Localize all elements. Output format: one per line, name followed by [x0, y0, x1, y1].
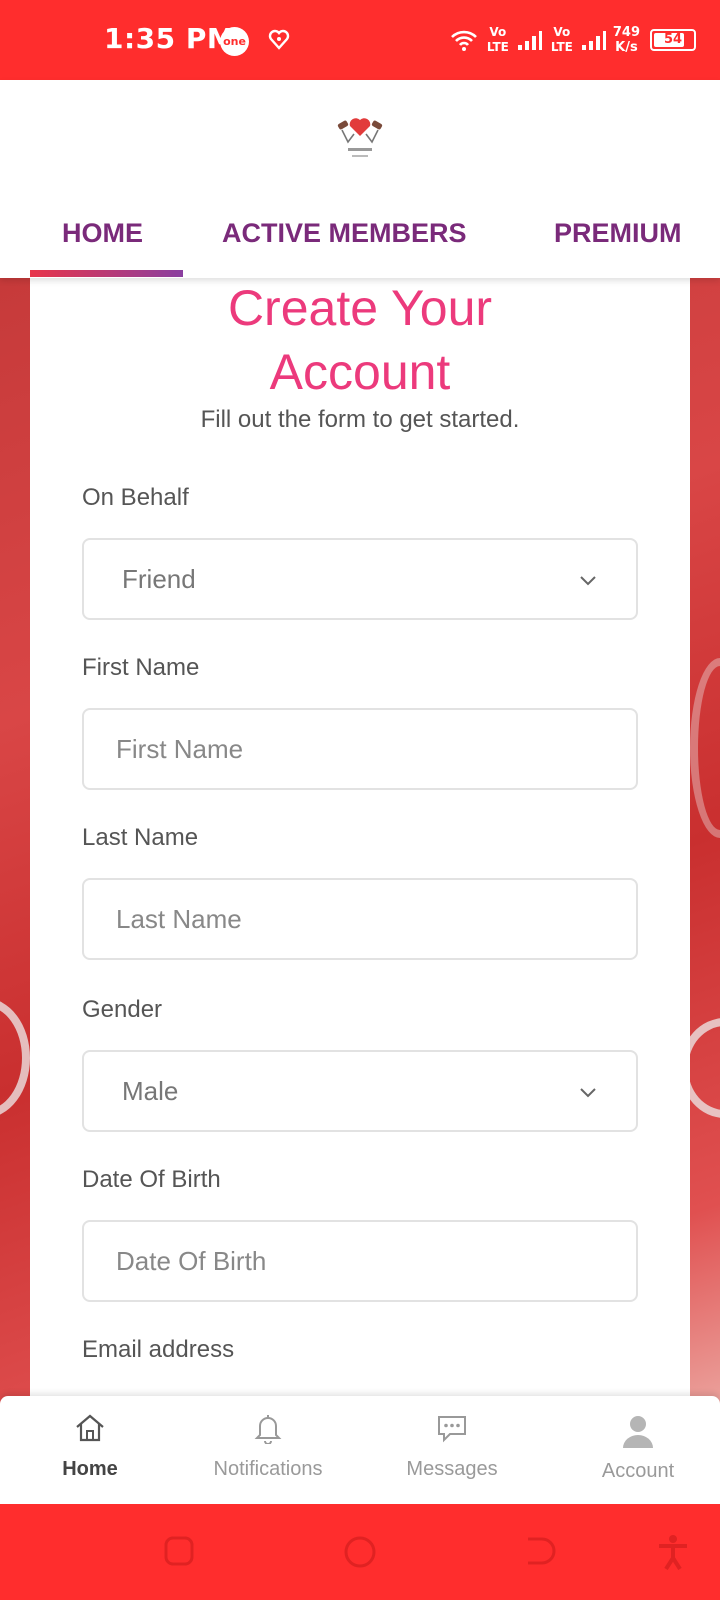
- chevron-down-icon: [580, 576, 596, 586]
- wifi-icon: [450, 30, 477, 51]
- nav-account[interactable]: Account: [548, 1396, 720, 1504]
- last-name-input[interactable]: [84, 880, 636, 958]
- status-right: Vo LTE Vo LTE 749 K/s 54: [449, 18, 696, 62]
- email-label: Email address: [82, 1336, 235, 1363]
- dob-field: [82, 1220, 638, 1302]
- form-title-line2: Account: [269, 344, 451, 400]
- form-subtitle: Fill out the form to get started.: [200, 406, 520, 433]
- system-nav-bar: [0, 1504, 720, 1600]
- bell-icon: [254, 1415, 282, 1444]
- nav-notifications[interactable]: Notifications: [178, 1396, 358, 1504]
- network-label-2: Vo LTE: [550, 25, 573, 54]
- nav-home-label: Home: [62, 1458, 118, 1480]
- battery-level: 54: [663, 32, 683, 47]
- tab-home[interactable]: HOME: [62, 218, 143, 249]
- status-bar: 1:35 PM one Vo LTE Vo LTE 749 K/s 54: [0, 0, 720, 80]
- gender-select[interactable]: Male: [82, 1050, 638, 1132]
- home-icon: [76, 1414, 104, 1442]
- last-name-label: Last Name: [82, 824, 199, 851]
- active-tab-indicator: [30, 270, 183, 277]
- dob-label: Date Of Birth: [82, 1166, 221, 1193]
- screen: 1:35 PM one Vo LTE Vo LTE 749 K/s 54 HOM…: [0, 0, 720, 1600]
- on-behalf-select[interactable]: Friend: [82, 538, 638, 620]
- bottom-nav: Home Notifications Messages Account: [0, 1396, 720, 1504]
- nav-notifications-label: Notifications: [213, 1458, 323, 1480]
- tab-premium[interactable]: PREMIUM: [554, 218, 682, 249]
- net-speed-unit: K/s: [615, 40, 638, 55]
- first-name-label: First Name: [82, 654, 200, 681]
- first-name-field: [82, 708, 638, 790]
- battery-icon: 54: [650, 29, 696, 51]
- first-name-input[interactable]: [84, 710, 636, 788]
- back-icon[interactable]: [522, 1534, 556, 1568]
- recents-icon[interactable]: [162, 1534, 196, 1568]
- signal-icon-2: [581, 31, 606, 50]
- home-button-icon[interactable]: [342, 1534, 378, 1570]
- on-behalf-label: On Behalf: [82, 484, 189, 511]
- dob-input[interactable]: [84, 1222, 636, 1300]
- network-label-1: Vo LTE: [486, 25, 509, 54]
- gender-label: Gender: [82, 996, 163, 1023]
- signal-icon-1: [517, 31, 542, 50]
- tab-active-members[interactable]: ACTIVE MEMBERS: [222, 218, 467, 249]
- nav-home[interactable]: Home: [0, 1396, 180, 1504]
- nav-messages-label: Messages: [406, 1458, 498, 1480]
- user-icon: [623, 1416, 653, 1448]
- gender-value: Male: [122, 1076, 179, 1106]
- last-name-field: [82, 878, 638, 960]
- status-time: 1:35 PM: [104, 22, 236, 55]
- on-behalf-value: Friend: [122, 564, 196, 594]
- form-title-line1: Create Your: [227, 280, 493, 336]
- net-speed: 749 K/s: [613, 25, 640, 55]
- nav-messages[interactable]: Messages: [362, 1396, 542, 1504]
- chevron-down-icon: [580, 1088, 596, 1098]
- matrimony-logo: [337, 118, 383, 157]
- heart-location-icon: [268, 29, 290, 50]
- app-header: HOME ACTIVE MEMBERS PREMIUM: [0, 80, 720, 278]
- nav-account-label: Account: [601, 1460, 675, 1482]
- chat-icon: [438, 1416, 466, 1443]
- signup-card: Create Your Account Fill out the form to…: [30, 278, 690, 1398]
- one-badge: one: [220, 27, 249, 56]
- net-speed-value: 749: [612, 25, 640, 40]
- top-tabs: HOME ACTIVE MEMBERS PREMIUM: [0, 218, 720, 278]
- accessibility-icon[interactable]: [656, 1534, 690, 1570]
